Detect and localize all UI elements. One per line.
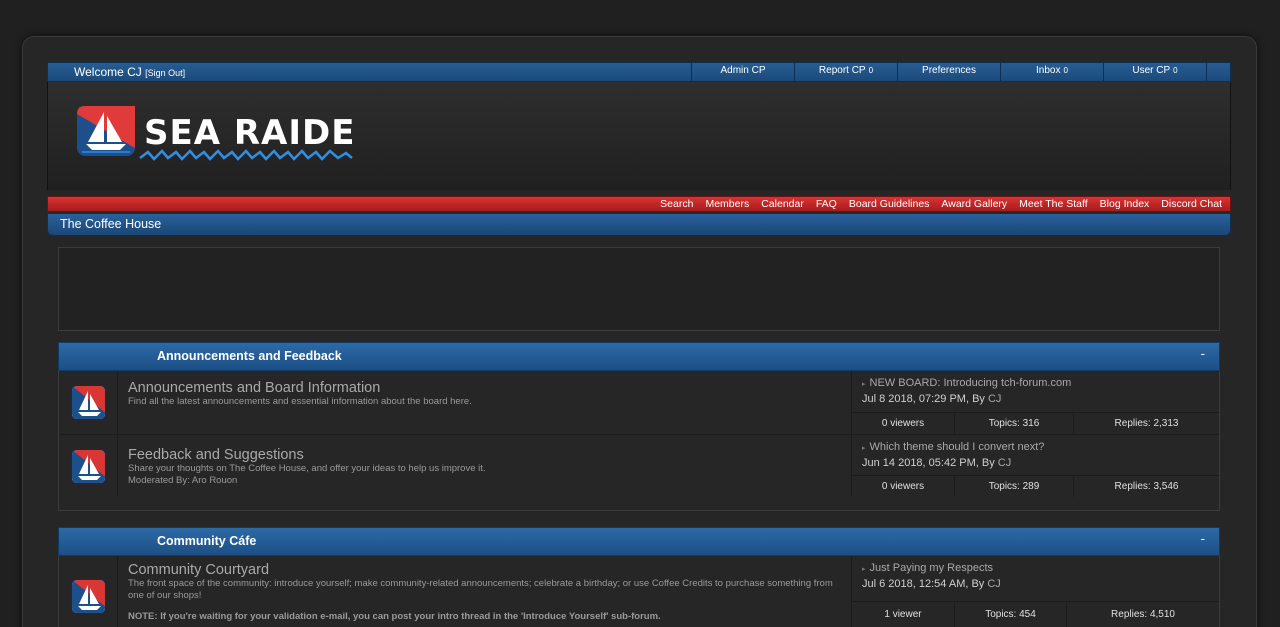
nav-board-guidelines[interactable]: Board Guidelines bbox=[849, 198, 930, 210]
category-announcements: Announcements and Feedback - Announcemen… bbox=[58, 342, 1220, 511]
breadcrumb: The Coffee House bbox=[47, 213, 1231, 236]
nav-search[interactable]: Search bbox=[660, 198, 693, 210]
collapse-toggle[interactable]: - bbox=[1201, 531, 1205, 546]
nav-discord-chat[interactable]: Discord Chat bbox=[1161, 198, 1222, 210]
forum-description: Find all the latest announcements and es… bbox=[128, 396, 472, 407]
welcome-text: Welcome CJ bbox=[74, 65, 142, 79]
banner: SEA RAIDERS bbox=[47, 82, 1231, 190]
forum-row: Announcements and Board Information Find… bbox=[59, 371, 1219, 434]
viewers-count: 1 viewer bbox=[852, 602, 955, 627]
sailboat-icon bbox=[77, 106, 135, 156]
forum-sailboat-icon bbox=[70, 448, 106, 484]
inbox-link[interactable]: Inbox 0 bbox=[1000, 63, 1103, 81]
admin-cp-label: Admin CP bbox=[720, 65, 766, 76]
topics-count: Topics: 454 bbox=[955, 602, 1067, 627]
preferences-label: Preferences bbox=[922, 65, 976, 76]
category-title[interactable]: Announcements and Feedback bbox=[157, 349, 342, 363]
report-cp-count: 0 bbox=[868, 66, 874, 75]
last-post-author[interactable]: CJ bbox=[998, 457, 1011, 469]
replies-count: Replies: 2,313 bbox=[1114, 418, 1179, 429]
replies-count: Replies: 4,510 bbox=[1111, 609, 1175, 620]
topics-count: Topics: 316 bbox=[955, 413, 1074, 434]
forum-title[interactable]: Announcements and Board Information bbox=[128, 380, 841, 396]
site-logo[interactable]: SEA RAIDERS bbox=[76, 104, 407, 175]
forum-sailboat-icon bbox=[70, 385, 106, 420]
user-bar: Welcome CJ [Sign Out] Admin CP Report CP… bbox=[47, 62, 1231, 82]
last-post-title[interactable]: NEW BOARD: Introducing tch-forum.com bbox=[870, 377, 1072, 389]
forum-row: Feedback and Suggestions Share your thou… bbox=[59, 434, 1219, 497]
main-nav: Search Members Calendar FAQ Board Guidel… bbox=[47, 196, 1231, 212]
last-post-date: Jul 8 2018, 07:29 PM, By bbox=[862, 393, 988, 405]
nav-faq[interactable]: FAQ bbox=[816, 198, 837, 210]
category-community-cafe: Community Cáfe - Community Courtyard The… bbox=[58, 527, 1220, 627]
last-post-title[interactable]: Just Paying my Respects bbox=[870, 562, 994, 574]
category-header: Announcements and Feedback - bbox=[58, 342, 1220, 371]
forum-moderators: Moderated By: Aro Rouon bbox=[128, 474, 238, 486]
sign-out-link[interactable]: [Sign Out] bbox=[145, 68, 185, 78]
category-title[interactable]: Community Cáfe bbox=[157, 534, 256, 548]
last-post-author[interactable]: CJ bbox=[988, 393, 1001, 405]
admin-cp-link[interactable]: Admin CP bbox=[691, 63, 794, 81]
ad-box bbox=[58, 247, 1220, 331]
forum-row: Community Courtyard The front space of t… bbox=[59, 556, 1219, 627]
topics-count: Topics: 289 bbox=[955, 476, 1074, 497]
logo-text: SEA RAIDERS bbox=[144, 113, 356, 153]
report-cp-label: Report CP bbox=[818, 65, 866, 76]
category-header: Community Cáfe - bbox=[58, 527, 1220, 556]
report-cp-link[interactable]: Report CP 0 bbox=[794, 63, 897, 81]
last-post-title[interactable]: Which theme should I convert next? bbox=[870, 441, 1045, 453]
user-cp-label: User CP bbox=[1132, 65, 1171, 76]
nav-members[interactable]: Members bbox=[705, 198, 749, 210]
viewers-count: 0 viewers bbox=[852, 413, 955, 434]
forum-sailboat-icon bbox=[70, 578, 106, 614]
welcome-message: Welcome CJ [Sign Out] bbox=[48, 65, 691, 79]
nav-meet-the-staff[interactable]: Meet The Staff bbox=[1019, 198, 1088, 210]
forum-note: NOTE: If you're waiting for your validat… bbox=[128, 611, 661, 622]
inbox-label: Inbox bbox=[1036, 65, 1061, 76]
forum-title[interactable]: Community Courtyard bbox=[128, 562, 841, 578]
nav-calendar[interactable]: Calendar bbox=[761, 198, 804, 210]
forum-title[interactable]: Feedback and Suggestions bbox=[128, 447, 841, 463]
preferences-link[interactable]: Preferences bbox=[897, 63, 1000, 81]
last-post-date: Jul 6 2018, 12:54 AM, By bbox=[862, 578, 988, 590]
user-cp-count: 0 bbox=[1173, 66, 1178, 75]
breadcrumb-home[interactable]: The Coffee House bbox=[60, 217, 161, 231]
forum-description: The front space of the community: introd… bbox=[128, 578, 833, 601]
collapse-toggle[interactable]: - bbox=[1201, 346, 1205, 361]
nav-award-gallery[interactable]: Award Gallery bbox=[941, 198, 1007, 210]
inbox-count: 0 bbox=[1063, 66, 1068, 75]
last-post-date: Jun 14 2018, 05:42 PM, By bbox=[862, 457, 998, 469]
user-cp-link[interactable]: User CP 0 bbox=[1103, 63, 1206, 81]
forum-description: Share your thoughts on The Coffee House,… bbox=[128, 463, 486, 474]
viewers-count: 0 viewers bbox=[852, 476, 955, 497]
last-post-author[interactable]: CJ bbox=[987, 578, 1000, 590]
nav-blog-index[interactable]: Blog Index bbox=[1100, 198, 1150, 210]
replies-count: Replies: 3,546 bbox=[1114, 481, 1179, 492]
